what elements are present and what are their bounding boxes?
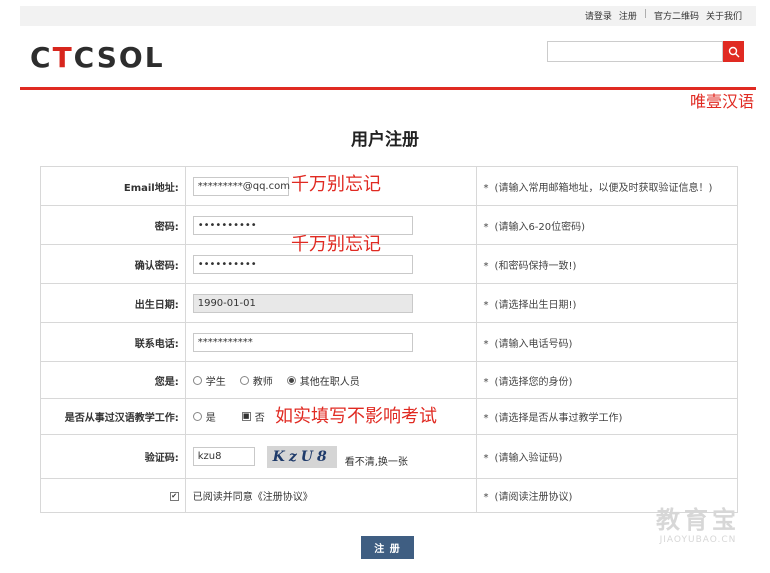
phone-hint-text: (请输入电话号码) [494,338,573,350]
phone-cell: *********** [184,322,477,362]
registration-form: Email地址: *********@qq.com * (请输入常用邮箱地址，以便… [40,166,739,513]
site-logo[interactable]: C T CSOL [30,41,165,74]
captcha-hint-text: (请输入验证码) [494,453,563,464]
birthdate-hint: * (请选择出生日期!) [475,283,739,323]
checkbox-selected[interactable]: ■ [241,412,251,421]
option-label: 教师 [252,376,273,388]
phone-label: 联系电话: [40,322,186,362]
birthdate-label: 出生日期: [40,283,186,323]
birthdate-hint-text: (请选择出生日期!) [494,299,577,311]
option-label: 否 [254,413,265,424]
password-label: 密码: [40,205,186,245]
top-links: 请登录 注册 | 官方二维码 关于我们 [585,9,742,22]
required-mark: * [483,338,489,350]
search-button[interactable] [723,41,744,62]
teaching-label: 是否从事过汉语教学工作: [40,398,186,435]
option-label: 是 [205,413,216,424]
watermark-bottom-en: JIAOYUBAO.CN [659,535,737,545]
logo-part-t: T [52,40,74,74]
option-label: 其他在职人员 [299,376,360,388]
watermark-top: 唯壹汉语 [689,92,754,111]
captcha-hint: * (请输入验证码) [475,434,739,479]
search-icon [728,46,739,57]
identity-label: 您是: [40,361,186,399]
radio-button[interactable] [192,412,202,421]
confirm-password-label: 确认密码: [40,244,186,284]
identity-option-teacher[interactable]: 教师 [239,373,273,388]
birthdate-field[interactable]: 1990-01-01 [192,293,413,313]
captcha-label: 验证码: [40,434,186,479]
agreement-checkbox[interactable]: ✔ [169,492,179,501]
teaching-option-yes[interactable]: 是 [192,409,216,424]
teaching-hint-text: (请选择是否从事过教学工作) [494,413,623,424]
login-link[interactable]: 请登录 [585,9,612,22]
required-mark: * [483,260,489,272]
annotation-note-2: 千万别忘记 [291,234,381,255]
confirm-password-field[interactable]: •••••••••• [192,254,413,274]
qrcode-link[interactable]: 官方二维码 [654,9,699,22]
required-mark: * [483,492,489,503]
required-mark: * [483,221,489,233]
captcha-cell: kzu8 KzU8 看不清,换一张 [184,434,477,479]
required-mark: * [483,299,489,311]
email-hint: * (请输入常用邮箱地址，以便及时获取验证信息！) [475,166,739,206]
email-field[interactable]: *********@qq.com [192,176,290,196]
identity-hint-text: (请选择您的身份) [494,376,573,388]
header-divider [20,87,756,90]
page-title: 用户注册 [351,130,419,150]
identity-option-student[interactable]: 学生 [192,373,226,388]
identity-hint: * (请选择您的身份) [475,361,739,399]
identity-radio-group: 学生 教师 其他在职人员 [192,373,476,388]
about-link[interactable]: 关于我们 [706,9,742,22]
captcha-image[interactable]: KzU8 [266,445,337,468]
watermark-bottom-cn: 教育宝 [656,506,740,534]
confirm-password-hint: * (和密码保持一致!) [475,244,739,284]
top-separator: | [643,9,647,19]
annotation-note-3: 如实填写不影响考试 [275,406,437,427]
password-hint: * (请输入6-20位密码) [475,205,739,245]
search-input[interactable] [547,41,723,62]
email-hint-text: (请输入常用邮箱地址，以便及时获取验证信息！) [494,182,713,194]
captcha-input[interactable]: kzu8 [192,447,255,466]
top-bar: 请登录 注册 | 官方二维码 关于我们 [20,6,756,26]
option-label: 学生 [205,376,226,388]
required-mark: * [483,453,489,464]
identity-cell: 学生 教师 其他在职人员 [184,361,477,399]
agreement-checkbox-cell: ✔ [40,478,186,513]
required-mark: * [483,182,489,194]
required-mark: * [483,376,489,388]
birthdate-cell: 1990-01-01 [184,283,477,323]
radio-button[interactable] [192,375,202,385]
captcha-refresh-link[interactable]: 看不清,换一张 [345,457,408,468]
agreement-text[interactable]: 已阅读并同意《注册协议》 [193,492,313,503]
agreement-hint-text: (请阅读注册协议) [494,492,573,503]
register-button[interactable]: 注 册 [361,536,414,559]
radio-button[interactable] [239,375,249,385]
teaching-hint: * (请选择是否从事过教学工作) [475,398,739,435]
watermark-bottom: 教育宝 JIAOYUBAO.CN [640,500,756,545]
logo-part-csol: CSOL [73,40,165,74]
required-mark: * [483,413,489,424]
radio-button-selected[interactable] [286,375,296,385]
agreement-cell: 已阅读并同意《注册协议》 [184,478,477,513]
confirm-password-hint-text: (和密码保持一致!) [494,260,577,272]
identity-option-other[interactable]: 其他在职人员 [286,373,360,388]
phone-field[interactable]: *********** [192,332,413,352]
email-label: Email地址: [40,166,186,206]
logo-part-c: C [30,40,53,74]
phone-hint: * (请输入电话号码) [475,322,739,362]
register-link[interactable]: 注册 [619,9,637,22]
teaching-option-no[interactable]: ■ 否 [241,409,265,424]
annotation-note-1: 千万别忘记 [291,174,381,195]
password-hint-text: (请输入6-20位密码) [494,221,586,233]
